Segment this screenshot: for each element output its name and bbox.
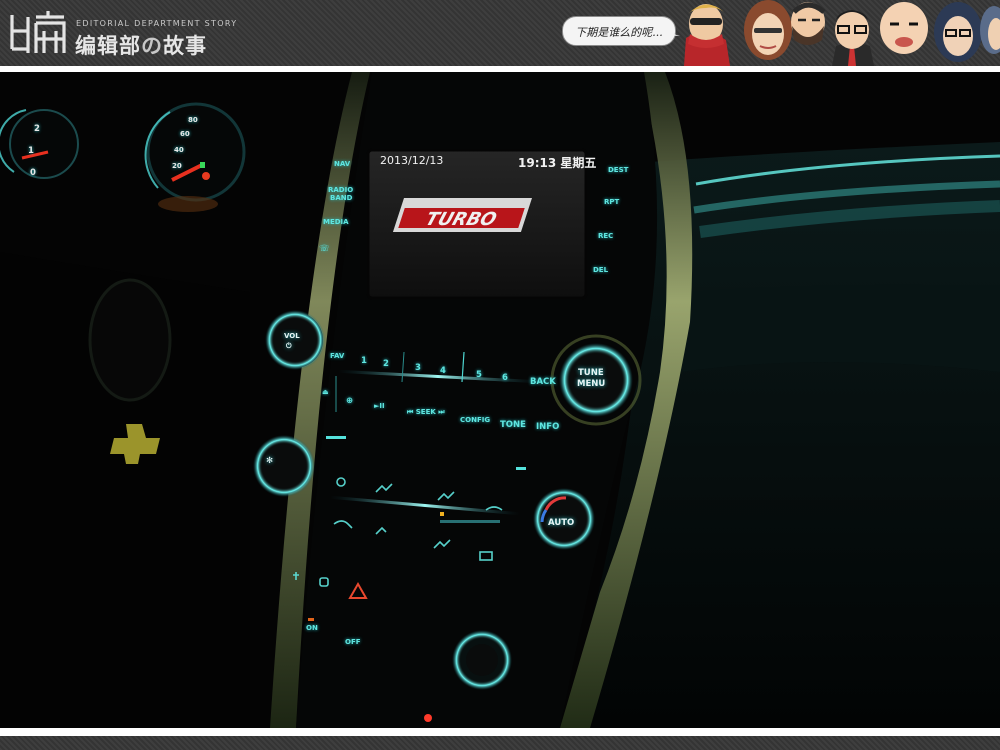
radio-button[interactable]: RADIO <box>328 186 353 194</box>
del-button[interactable]: DEL <box>593 266 608 274</box>
gauge-right-tick-40: 40 <box>174 146 184 154</box>
power-icon[interactable]: ⏻ <box>286 342 292 351</box>
rpt-button[interactable]: RPT <box>604 198 619 206</box>
fan-icon[interactable]: ✻ <box>266 456 273 466</box>
preset-4-button[interactable]: 4 <box>440 366 446 376</box>
caricature-2 <box>744 0 792 60</box>
site-title-part-2: 故事 <box>163 34 207 58</box>
seek-button[interactable]: ⏮ SEEK ⏭ <box>407 408 445 417</box>
preset-5-button[interactable]: 5 <box>476 370 482 380</box>
site-title-no: の <box>141 34 163 58</box>
off-label: OFF <box>345 638 361 646</box>
screen-time: 19:13 星期五 <box>518 156 597 170</box>
media-button[interactable]: MEDIA <box>323 218 349 226</box>
volume-knob <box>265 310 325 370</box>
site-title-part-1: 编辑部 <box>75 34 141 58</box>
gauge-right-tick-60: 60 <box>180 130 190 138</box>
caricature-1 <box>684 4 730 66</box>
tone-button[interactable]: TONE <box>500 420 526 430</box>
preset-2-button[interactable]: 2 <box>383 359 389 369</box>
dashboard-scene: TURBO <box>0 72 1000 728</box>
staff-caricatures-image <box>684 0 1000 66</box>
band-button[interactable]: BAND <box>330 194 352 202</box>
preset-1-button[interactable]: 1 <box>361 356 367 366</box>
preset-6-button[interactable]: 6 <box>502 373 508 383</box>
footer-banner <box>0 736 1000 750</box>
light-bar-3 <box>440 520 500 523</box>
vol-knob-label[interactable]: VOL <box>284 332 300 340</box>
site-title[interactable]: 编辑部の故事 <box>75 30 207 60</box>
dashboard-photo: TURBO 2013/12/13 19:13 星期五 NAV RADIO BAN… <box>0 72 1000 728</box>
speech-bubble: 下期是谁么的呢... <box>562 16 676 46</box>
nav-button[interactable]: NAV <box>334 160 350 168</box>
steering-column <box>88 278 172 402</box>
gauge-left <box>0 109 79 179</box>
fan-knob <box>253 435 315 497</box>
caricature-5 <box>880 2 928 54</box>
turbo-logo-text: TURBO <box>423 209 500 229</box>
gauge-left-tick-1: 1 <box>28 146 34 156</box>
eject-icon[interactable]: ⏏ <box>322 388 329 396</box>
back-button[interactable]: BACK <box>530 377 556 387</box>
source-icon[interactable]: ⊕ <box>346 396 353 406</box>
config-button[interactable]: CONFIG <box>460 416 490 424</box>
turbo-logo: TURBO <box>392 198 532 232</box>
phone-icon[interactable]: ☏ <box>319 244 330 254</box>
site-subtitle: EDITORIAL DEPARTMENT STORY <box>76 19 238 28</box>
info-button[interactable]: INFO <box>536 422 559 432</box>
screen-date: 2013/12/13 <box>380 154 444 167</box>
fav-button[interactable]: FAV <box>330 352 344 360</box>
gauge-right-tick-20: 20 <box>172 162 182 170</box>
caricature-6 <box>934 2 982 62</box>
preset-3-button[interactable]: 3 <box>415 363 421 373</box>
gear-selector-ring <box>452 630 512 690</box>
dest-button[interactable]: DEST <box>608 166 628 174</box>
auto-knob-label[interactable]: AUTO <box>548 518 574 528</box>
gauge-left-tick-2: 2 <box>34 124 40 134</box>
gauge-right-tick-80: 80 <box>188 116 198 124</box>
gauge-left-tick-0: 0 <box>30 168 36 178</box>
caricature-7 <box>980 6 1000 54</box>
site-logo-icon[interactable] <box>8 9 68 57</box>
tune-knob-label[interactable]: TUNE <box>578 368 604 378</box>
play-pause-icon[interactable]: ►II <box>374 402 385 410</box>
rec-button[interactable]: REC <box>598 232 613 240</box>
on-label: ON <box>306 624 318 632</box>
seek-button-label: SEEK <box>415 408 436 416</box>
menu-knob-label[interactable]: MENU <box>577 379 605 389</box>
speech-bubble-text: 下期是谁么的呢... <box>575 26 663 39</box>
header-banner: EDITORIAL DEPARTMENT STORY 编辑部の故事 下期是谁么的… <box>0 0 1000 66</box>
caricature-4 <box>832 10 874 66</box>
caricature-3 <box>791 2 826 45</box>
